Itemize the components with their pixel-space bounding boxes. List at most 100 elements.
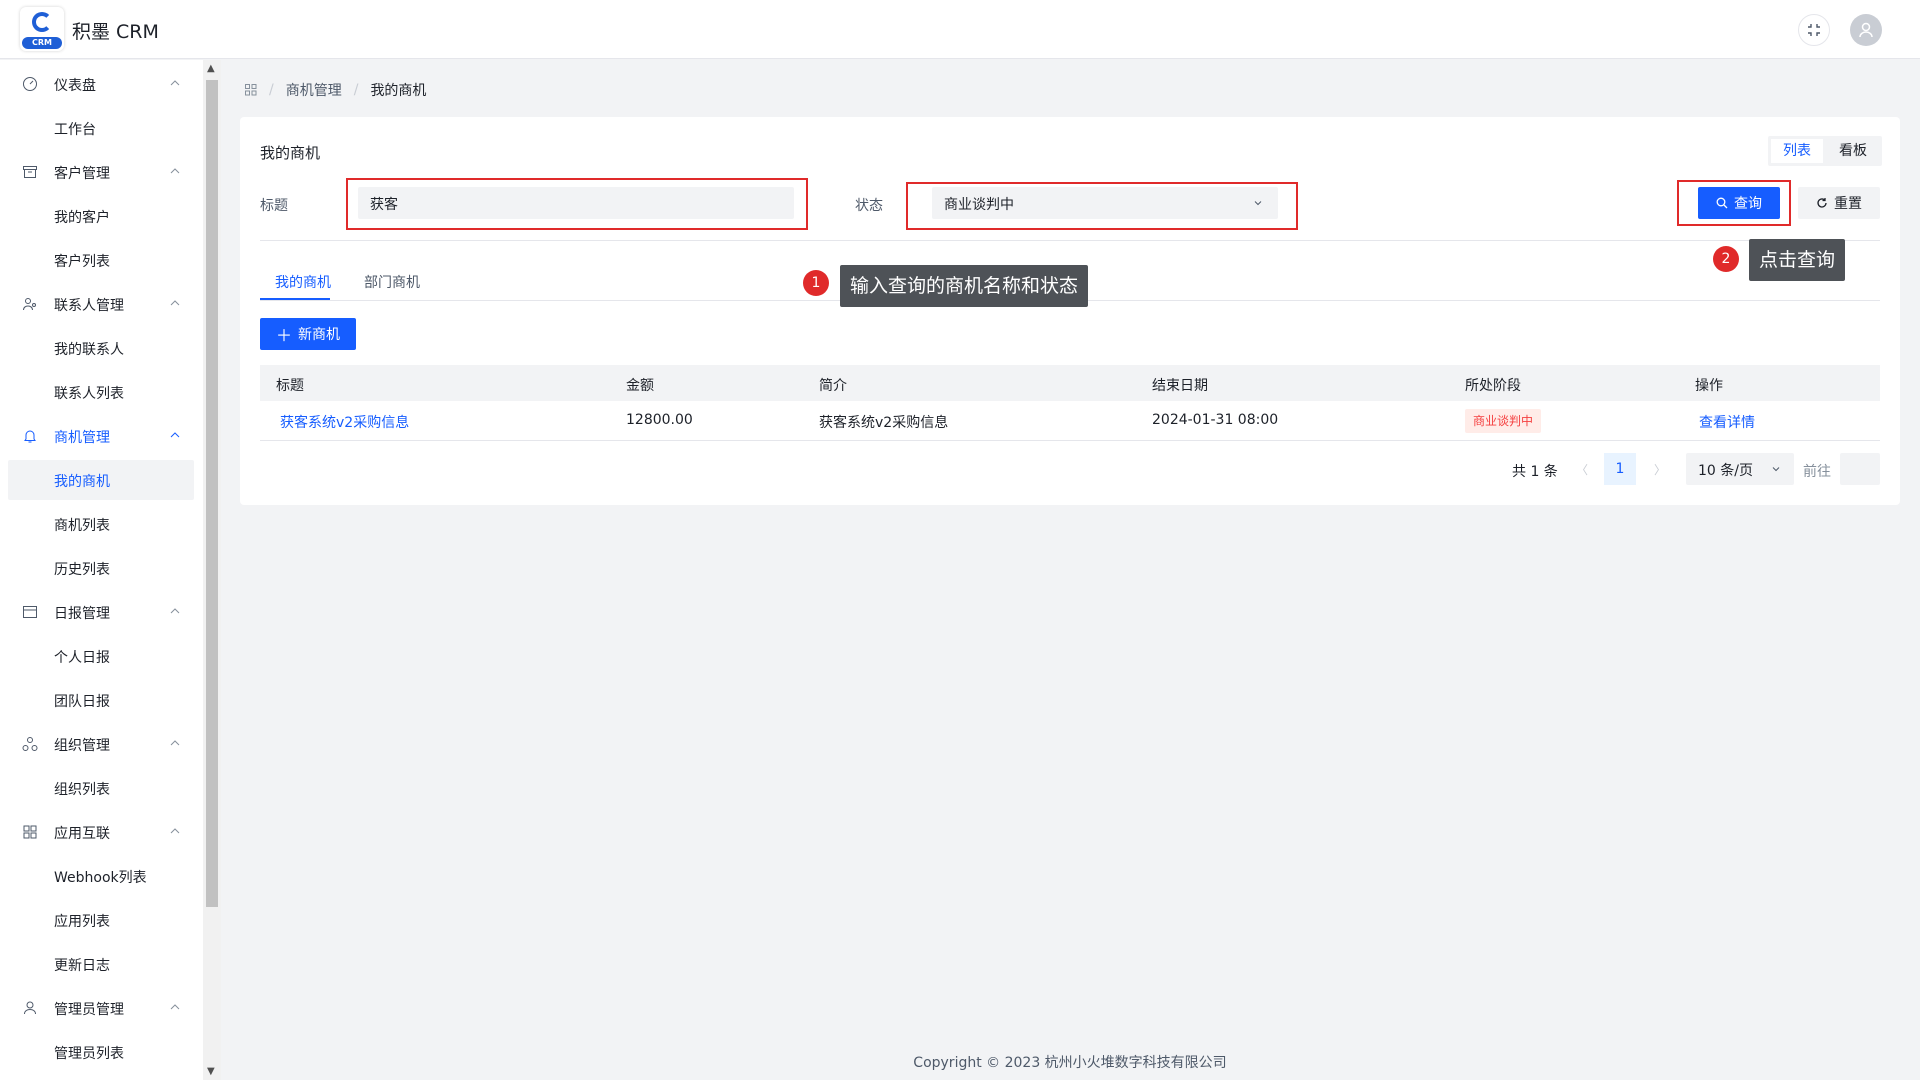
user-avatar-icon[interactable] <box>1850 14 1882 46</box>
sidebar-item-workbench[interactable]: 工作台 <box>8 108 194 148</box>
sidebar-group-dashboard[interactable]: 仪表盘 <box>8 64 194 104</box>
chevron-up-icon <box>170 608 180 614</box>
scroll-up-icon[interactable]: ▲ <box>207 63 215 74</box>
app-title: 积墨 CRM <box>72 21 159 43</box>
chevron-right-icon[interactable]: 〉 <box>1654 461 1666 478</box>
breadcrumb-current: 我的商机 <box>370 83 427 99</box>
dashboard-icon <box>23 77 37 91</box>
archive-icon <box>23 166 37 178</box>
top-header: CRM 积墨 CRM <box>0 0 1920 59</box>
annotation-tooltip-1: 输入查询的商机名称和状态 <box>840 265 1089 307</box>
page-footer: Copyright © 2023 杭州小火堆数字科技有限公司 <box>913 1055 1227 1071</box>
scroll-thumb[interactable] <box>206 80 218 907</box>
sidebar-group-label: 商机管理 <box>54 430 110 446</box>
sidebar-item-label: 组织列表 <box>54 782 110 798</box>
sidebar-item-history-list[interactable]: 历史列表 <box>8 548 194 588</box>
sidebar-item-label: 我的联系人 <box>54 342 124 358</box>
table-row: 获客系统v2采购信息 12800.00 获客系统v2采购信息 2024-01-3… <box>260 401 1880 441</box>
column-header-action: 操作 <box>1695 378 1723 394</box>
sidebar-item-label: 更新日志 <box>54 958 110 974</box>
chevron-up-icon <box>170 432 180 438</box>
annotation-badge-2: 2 <box>1713 246 1739 272</box>
page-size-select[interactable]: 10 条/页 <box>1686 453 1794 485</box>
sidebar-item-label: 联系人列表 <box>54 386 124 402</box>
chevron-up-icon <box>170 740 180 746</box>
sidebar-item-org-list[interactable]: 组织列表 <box>8 768 194 808</box>
chevron-up-icon <box>170 300 180 306</box>
view-board-button[interactable]: 看板 <box>1827 139 1879 163</box>
chevron-up-icon <box>170 1004 180 1010</box>
pagination-total: 共 1 条 <box>1512 464 1558 480</box>
pagination-jump-input[interactable] <box>1840 453 1880 485</box>
column-header-stage: 所处阶段 <box>1465 378 1521 394</box>
tab-department-opportunities[interactable]: 部门商机 <box>364 272 420 292</box>
sidebar-group-label: 客户管理 <box>54 166 110 182</box>
sidebar-group-daily-reports[interactable]: 日报管理 <box>8 592 194 632</box>
sidebar-group-customers[interactable]: 客户管理 <box>8 152 194 192</box>
column-header-amount: 金额 <box>626 378 654 394</box>
chevron-left-icon[interactable]: 〈 <box>1576 461 1588 478</box>
pagination-page[interactable]: 1 <box>1604 453 1636 485</box>
sidebar-item-label: 个人日报 <box>54 650 110 666</box>
sidebar-item-team-report[interactable]: 团队日报 <box>8 680 194 720</box>
sidebar-group-label: 仪表盘 <box>54 78 96 94</box>
new-opportunity-button[interactable]: ＋ 新商机 <box>260 318 356 350</box>
opportunity-title-link[interactable]: 获客系统v2采购信息 <box>280 412 409 432</box>
sidebar-item-contact-list[interactable]: 联系人列表 <box>8 372 194 412</box>
breadcrumb: / 商机管理 / 我的商机 <box>245 80 426 100</box>
cell-amount: 12800.00 <box>626 412 693 428</box>
sidebar-group-opportunities[interactable]: 商机管理 <box>8 416 194 456</box>
reset-button[interactable]: 重置 <box>1798 187 1880 219</box>
main-card: 我的商机 列表 看板 标题 获客 状态 商业谈判中 查询 重置 我的商机 部门商… <box>240 117 1900 505</box>
app-logo: CRM <box>20 7 64 51</box>
refresh-icon <box>1817 198 1827 208</box>
sidebar-item-opportunity-list[interactable]: 商机列表 <box>8 504 194 544</box>
column-header-intro: 简介 <box>819 378 847 394</box>
sidebar-item-label: 工作台 <box>54 122 96 138</box>
sidebar-item-customer-list[interactable]: 客户列表 <box>8 240 194 280</box>
sidebar-item-personal-report[interactable]: 个人日报 <box>8 636 194 676</box>
logo-badge: CRM <box>22 37 62 49</box>
new-opportunity-label: 新商机 <box>298 327 340 343</box>
chevron-up-icon <box>170 80 180 86</box>
view-list-button[interactable]: 列表 <box>1771 139 1823 163</box>
sidebar-item-my-opportunities[interactable]: 我的商机 <box>8 460 194 500</box>
breadcrumb-separator: / <box>269 82 274 98</box>
chevron-down-icon <box>1772 467 1780 472</box>
annotation-highlight-title <box>346 178 808 230</box>
sidebar-item-app-list[interactable]: 应用列表 <box>8 900 194 940</box>
sidebar-item-label: 商机列表 <box>54 518 110 534</box>
fullscreen-exit-icon[interactable] <box>1798 14 1830 46</box>
breadcrumb-separator: / <box>353 82 359 98</box>
org-icon <box>22 737 38 751</box>
apps-grid-icon[interactable] <box>245 84 257 96</box>
sidebar-item-changelog[interactable]: 更新日志 <box>8 944 194 984</box>
annotation-highlight-status <box>906 182 1298 230</box>
title-filter-label: 标题 <box>260 198 288 214</box>
sidebar-group-app-integration[interactable]: 应用互联 <box>8 812 194 852</box>
sidebar-group-admins[interactable]: 管理员管理 <box>8 988 194 1028</box>
apps-icon <box>23 825 37 839</box>
page-size-value: 10 条/页 <box>1698 463 1753 479</box>
annotation-highlight-search <box>1677 180 1791 226</box>
table-header: 标题 金额 简介 结束日期 所处阶段 操作 <box>260 365 1880 401</box>
sidebar-group-label: 管理员管理 <box>54 1002 124 1018</box>
status-filter-label: 状态 <box>855 198 883 214</box>
sidebar-group-label: 联系人管理 <box>54 298 124 314</box>
view-details-link[interactable]: 查看详情 <box>1699 412 1755 432</box>
sidebar: 仪表盘 工作台 客户管理 我的客户 客户列表 联系人管理 我的联系人 联系人列表… <box>0 60 203 1080</box>
sidebar-item-webhook-list[interactable]: Webhook列表 <box>8 856 194 896</box>
sidebar-item-label: 客户列表 <box>54 254 110 270</box>
sidebar-item-my-contacts[interactable]: 我的联系人 <box>8 328 194 368</box>
sidebar-group-contacts[interactable]: 联系人管理 <box>8 284 194 324</box>
tab-my-opportunities[interactable]: 我的商机 <box>275 272 331 292</box>
sidebar-group-organization[interactable]: 组织管理 <box>8 724 194 764</box>
breadcrumb-item[interactable]: 商机管理 <box>286 80 342 100</box>
sidebar-item-label: 我的商机 <box>54 474 110 490</box>
calendar-icon <box>23 606 37 618</box>
sidebar-item-label: Webhook列表 <box>54 870 147 886</box>
chevron-up-icon <box>170 168 180 174</box>
sidebar-scrollbar[interactable]: ▲ ▼ <box>203 60 221 1080</box>
page-title: 我的商机 <box>260 144 321 162</box>
sidebar-item-my-customers[interactable]: 我的客户 <box>8 196 194 236</box>
